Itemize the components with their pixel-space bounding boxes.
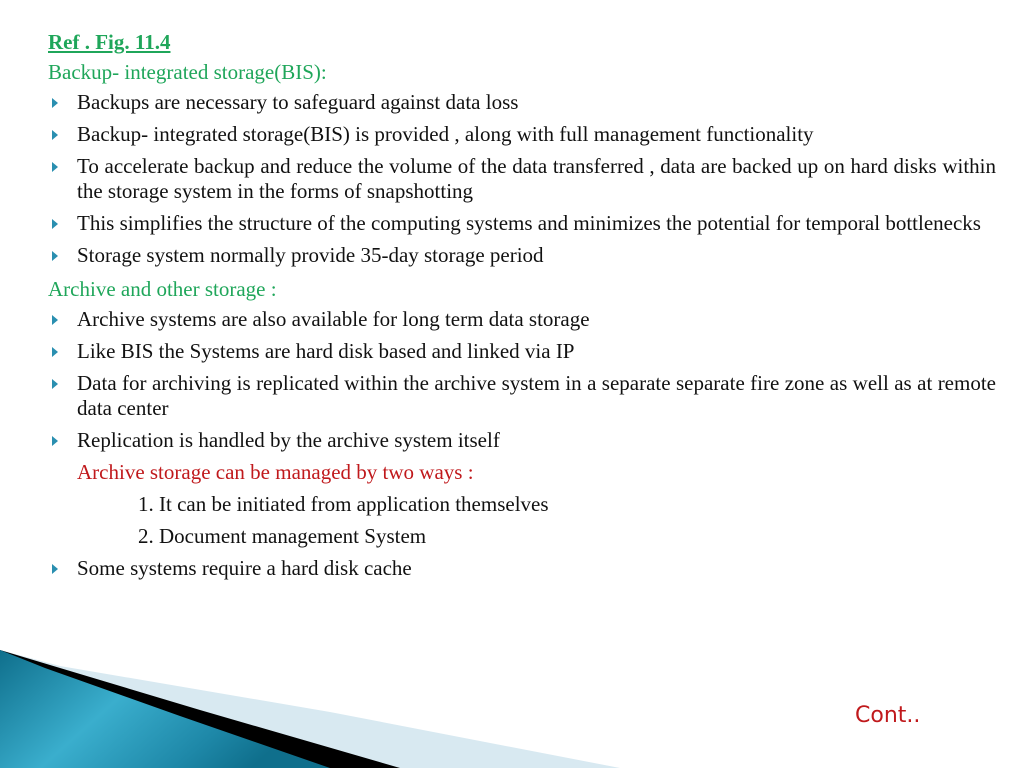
bullet-item: Replication is handled by the archive sy… [48, 428, 996, 453]
figure-reference: Ref . Fig. 11.4 [48, 30, 171, 54]
section-heading-archive: Archive and other storage : [48, 277, 277, 301]
bullet-arrow-icon [52, 379, 58, 389]
bullet-item: This simplifies the structure of the com… [48, 211, 996, 236]
bullet-item: Backup- integrated storage(BIS) is provi… [48, 122, 996, 147]
numbered-item: 1. It can be initiated from application … [138, 492, 549, 516]
bullet-arrow-icon [52, 130, 58, 140]
bullet-item: To accelerate backup and reduce the volu… [48, 154, 996, 204]
bullet-arrow-icon [52, 162, 58, 172]
bullet-item: Storage system normally provide 35-day s… [48, 243, 996, 268]
bullet-item: Like BIS the Systems are hard disk based… [48, 339, 996, 364]
section-heading-bis: Backup- integrated storage(BIS): [48, 60, 327, 84]
bullet-item: Some systems require a hard disk cache [48, 556, 996, 581]
continue-label: Cont.. [855, 703, 921, 728]
slide-content: Ref . Fig. 11.4 Backup- integrated stora… [48, 28, 996, 588]
black-swoosh [0, 650, 400, 768]
bullet-item: Archive systems are also available for l… [48, 307, 996, 332]
bullet-arrow-icon [52, 564, 58, 574]
bullet-item: Backups are necessary to safeguard again… [48, 90, 996, 115]
bullet-item: Data for archiving is replicated within … [48, 371, 996, 421]
bullet-arrow-icon [52, 315, 58, 325]
bullet-arrow-icon [52, 219, 58, 229]
teal-swoosh [0, 650, 330, 768]
bullet-arrow-icon [52, 436, 58, 446]
bullet-arrow-icon [52, 251, 58, 261]
numbered-item: 2. Document management System [138, 524, 427, 548]
bullet-arrow-icon [52, 347, 58, 357]
bullet-arrow-icon [52, 98, 58, 108]
archive-management-subheading: Archive storage can be managed by two wa… [77, 460, 474, 484]
light-blue-swoosh [0, 650, 620, 768]
